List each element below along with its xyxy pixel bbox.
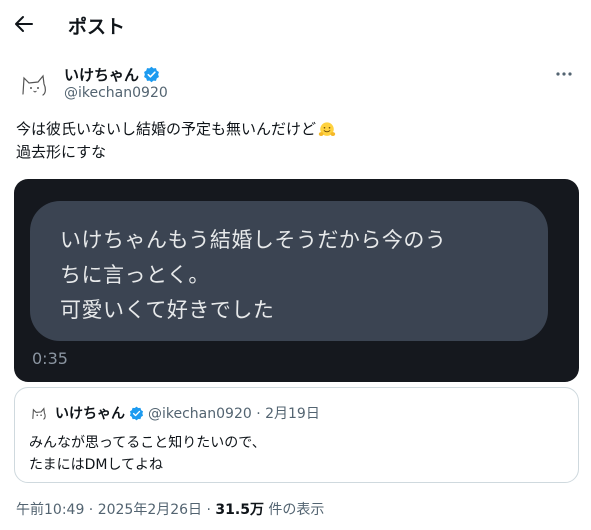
arrow-left-icon xyxy=(15,16,33,32)
quoted-author-name: いけちゃん xyxy=(55,406,125,422)
post-timestamp[interactable]: 午前10:49 · 2025年2月26日 · xyxy=(16,502,215,518)
quoted-post[interactable]: いけちゃん @ikechan0920 · 2月19日 みんなが思ってること知りた… xyxy=(14,387,579,483)
quoted-header: いけちゃん @ikechan0920 · 2月19日 xyxy=(55,403,320,423)
quoted-text-line: みんなが思ってること知りたいので、 xyxy=(29,435,266,451)
views-count: 31.5万 xyxy=(215,502,264,518)
bubble-text-line: いけちゃんもう結婚しそうだから今のう xyxy=(60,228,447,252)
page-title: ポスト xyxy=(68,16,126,38)
verified-badge-icon xyxy=(144,66,159,83)
more-options-button[interactable] xyxy=(552,62,576,86)
post-text-line: 今は彼氏いないし結婚の予定も無いんだけど xyxy=(16,120,317,138)
hugging-face-emoji xyxy=(318,121,336,136)
author-name[interactable]: いけちゃん xyxy=(64,64,160,85)
author-name-text: いけちゃん xyxy=(64,66,140,84)
verified-badge-icon xyxy=(129,406,144,420)
post-author: いけちゃん @ikechan0920 xyxy=(16,62,576,106)
cat-sketch-icon xyxy=(32,407,46,420)
bubble-text-line: ちに言っとく。 xyxy=(60,263,210,287)
more-dots-icon xyxy=(556,72,572,76)
author-handle[interactable]: @ikechan0920 xyxy=(64,85,168,101)
back-button[interactable] xyxy=(10,10,38,38)
post-media[interactable]: いけちゃんもう結婚しそうだから今のう ちに言っとく。 可愛いくて好きでした 0:… xyxy=(14,179,579,382)
post-text: 今は彼氏いないし結婚の予定も無いんだけど 過去形にすな xyxy=(16,118,576,164)
message-bubble: いけちゃんもう結婚しそうだから今のう ちに言っとく。 可愛いくて好きでした xyxy=(30,201,548,341)
top-bar: ポスト xyxy=(0,0,591,52)
post-text-line: 過去形にすな xyxy=(16,143,107,161)
quoted-meta: @ikechan0920 · 2月19日 xyxy=(148,406,320,422)
quoted-text: みんなが思ってること知りたいので、 たまにはDMしてよね xyxy=(29,432,266,476)
video-duration: 0:35 xyxy=(32,349,68,368)
quoted-text-line: たまにはDMしてよね xyxy=(29,457,164,473)
cat-sketch-icon xyxy=(22,74,46,96)
bubble-text-line: 可愛いくて好きでした xyxy=(60,298,275,322)
avatar[interactable] xyxy=(16,64,56,104)
views-label: 件の表示 xyxy=(263,502,325,518)
quoted-avatar xyxy=(29,402,51,424)
post-meta: 午前10:49 · 2025年2月26日 · 31.5万 件の表示 xyxy=(16,499,324,519)
